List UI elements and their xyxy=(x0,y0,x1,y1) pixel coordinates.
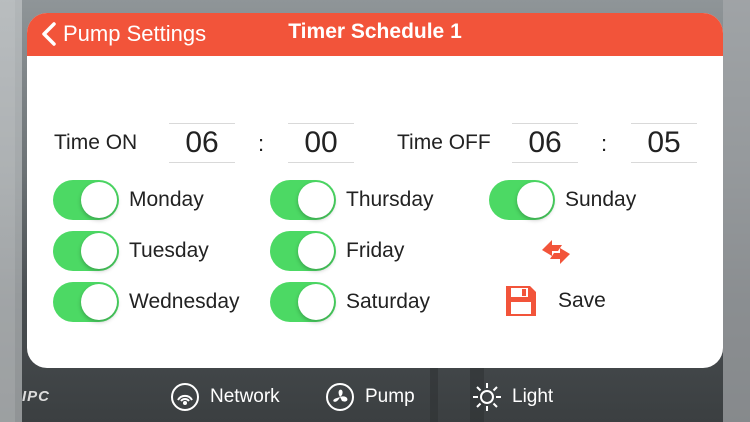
toggle-switch[interactable] xyxy=(53,180,119,220)
toggle-switch[interactable] xyxy=(489,180,555,220)
toggle-switch[interactable] xyxy=(270,180,336,220)
time-on-minute-field[interactable]: 00 xyxy=(288,123,354,163)
background-beam xyxy=(723,0,750,422)
day-label: Saturday xyxy=(346,290,431,313)
day-toggle-sunday[interactable]: Sunday xyxy=(489,180,636,220)
timer-schedule-panel: Pump Settings Timer Schedule 1 Time ON 0… xyxy=(27,13,723,368)
page-title: Timer Schedule 1 xyxy=(27,20,723,44)
day-toggle-friday[interactable]: Friday xyxy=(270,231,404,271)
nav-light[interactable]: Light xyxy=(472,382,553,412)
toggle-switch[interactable] xyxy=(53,282,119,322)
time-off-label: Time OFF xyxy=(397,131,491,154)
time-off-hour-field[interactable]: 06 xyxy=(512,123,578,163)
day-toggle-tuesday[interactable]: Tuesday xyxy=(53,231,209,271)
nav-pump-label: Pump xyxy=(365,386,415,407)
page-title-text: Timer Schedule 1 xyxy=(288,20,462,43)
ipc-logo: IPC xyxy=(22,388,51,405)
refresh-arrows-icon[interactable] xyxy=(538,234,574,270)
bottom-navigation: IPC Network Pump Light xyxy=(0,368,750,422)
time-on-label: Time ON xyxy=(54,131,138,154)
background-beam xyxy=(0,0,22,422)
toggle-knob xyxy=(517,182,553,218)
time-separator: : xyxy=(258,131,265,156)
save-label: Save xyxy=(558,289,606,312)
time-row: Time ON 06 : 00 Time OFF 06 : 05 xyxy=(27,123,723,163)
day-toggle-saturday[interactable]: Saturday xyxy=(270,282,430,322)
day-toggle-thursday[interactable]: Thursday xyxy=(270,180,434,220)
toggle-switch[interactable] xyxy=(53,231,119,271)
time-on-hour-field[interactable]: 06 xyxy=(169,123,235,163)
panel-header: Pump Settings Timer Schedule 1 xyxy=(27,13,723,56)
floppy-disk-icon xyxy=(506,286,536,316)
day-label: Sunday xyxy=(565,188,637,211)
nav-network[interactable]: Network xyxy=(170,382,280,412)
time-separator: : xyxy=(601,131,608,156)
day-label: Thursday xyxy=(346,188,434,211)
nav-light-label: Light xyxy=(512,386,554,407)
day-toggle-wednesday[interactable]: Wednesday xyxy=(53,282,240,322)
toggle-switch[interactable] xyxy=(270,231,336,271)
day-label: Tuesday xyxy=(129,239,209,262)
toggle-knob xyxy=(298,182,334,218)
sun-icon xyxy=(473,383,501,411)
day-label: Monday xyxy=(129,188,204,211)
day-label: Friday xyxy=(346,239,405,262)
nav-network-label: Network xyxy=(210,386,280,407)
day-label: Wednesday xyxy=(129,290,240,313)
fan-icon xyxy=(326,383,354,411)
wifi-signal-icon xyxy=(171,383,199,411)
save-button[interactable]: Save xyxy=(504,284,606,318)
toggle-knob xyxy=(81,284,117,320)
time-off-minute-field[interactable]: 05 xyxy=(631,123,697,163)
toggle-knob xyxy=(298,233,334,269)
day-toggle-monday[interactable]: Monday xyxy=(53,180,204,220)
toggle-knob xyxy=(81,233,117,269)
nav-pump[interactable]: Pump xyxy=(325,382,415,412)
toggle-knob xyxy=(298,284,334,320)
toggle-switch[interactable] xyxy=(270,282,336,322)
toggle-knob xyxy=(81,182,117,218)
